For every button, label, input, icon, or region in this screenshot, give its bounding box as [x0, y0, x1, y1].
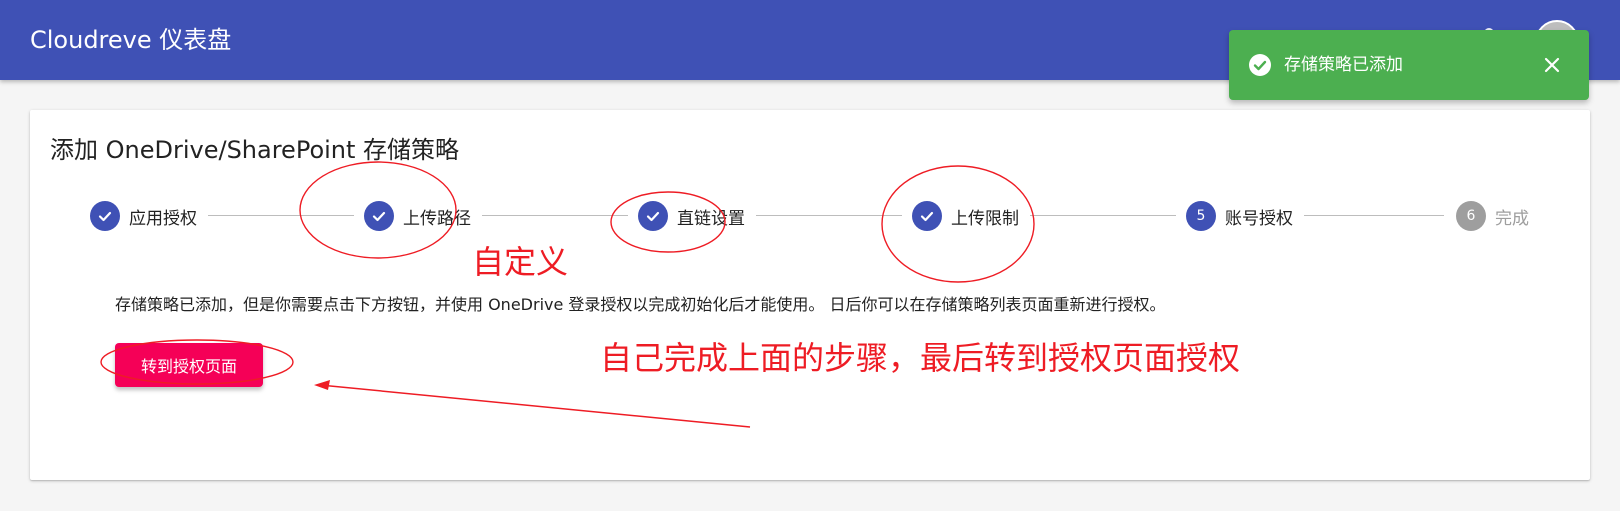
step-label: 应用授权: [129, 208, 197, 229]
step-label: 账号授权: [1225, 208, 1293, 229]
step-finish: 6 完成: [1456, 200, 1529, 232]
step-label: 上传路径: [403, 208, 471, 229]
step-app-auth: 应用授权: [90, 200, 197, 232]
check-circle-icon: [1249, 54, 1271, 76]
annotation-instruction: 自己完成上面的步骤，最后转到授权页面授权: [600, 339, 1241, 377]
check-icon: [90, 201, 120, 231]
step-connector: [756, 215, 902, 216]
step-connector: [482, 215, 628, 216]
step-upload-limit: 上传限制: [912, 200, 1019, 232]
step-number: 5: [1186, 201, 1216, 231]
step-label: 直链设置: [677, 208, 745, 229]
close-icon[interactable]: [1541, 54, 1563, 76]
snackbar-message: 存储策略已添加: [1284, 55, 1403, 75]
step-label: 上传限制: [951, 208, 1019, 229]
goto-auth-page-button[interactable]: 转到授权页面: [115, 343, 263, 387]
check-icon: [364, 201, 394, 231]
page-title: 添加 OneDrive/SharePoint 存储策略: [50, 136, 460, 164]
step-connector: [1304, 215, 1444, 216]
step-number: 6: [1456, 201, 1486, 231]
step-label: 完成: [1495, 208, 1529, 229]
step-account-auth: 5 账号授权: [1186, 200, 1293, 232]
step-connector: [208, 215, 354, 216]
step-connector: [1030, 215, 1176, 216]
description-text: 存储策略已添加，但是你需要点击下方按钮，并使用 OneDrive 登录授权以完成…: [115, 295, 1166, 314]
check-icon: [638, 201, 668, 231]
check-icon: [912, 201, 942, 231]
step-direct-link: 直链设置: [638, 200, 745, 232]
snackbar: 存储策略已添加: [1229, 30, 1589, 100]
step-upload-path: 上传路径: [364, 200, 471, 232]
annotation-custom-label: 自定义: [472, 243, 569, 281]
app-title: Cloudreve 仪表盘: [30, 26, 232, 54]
